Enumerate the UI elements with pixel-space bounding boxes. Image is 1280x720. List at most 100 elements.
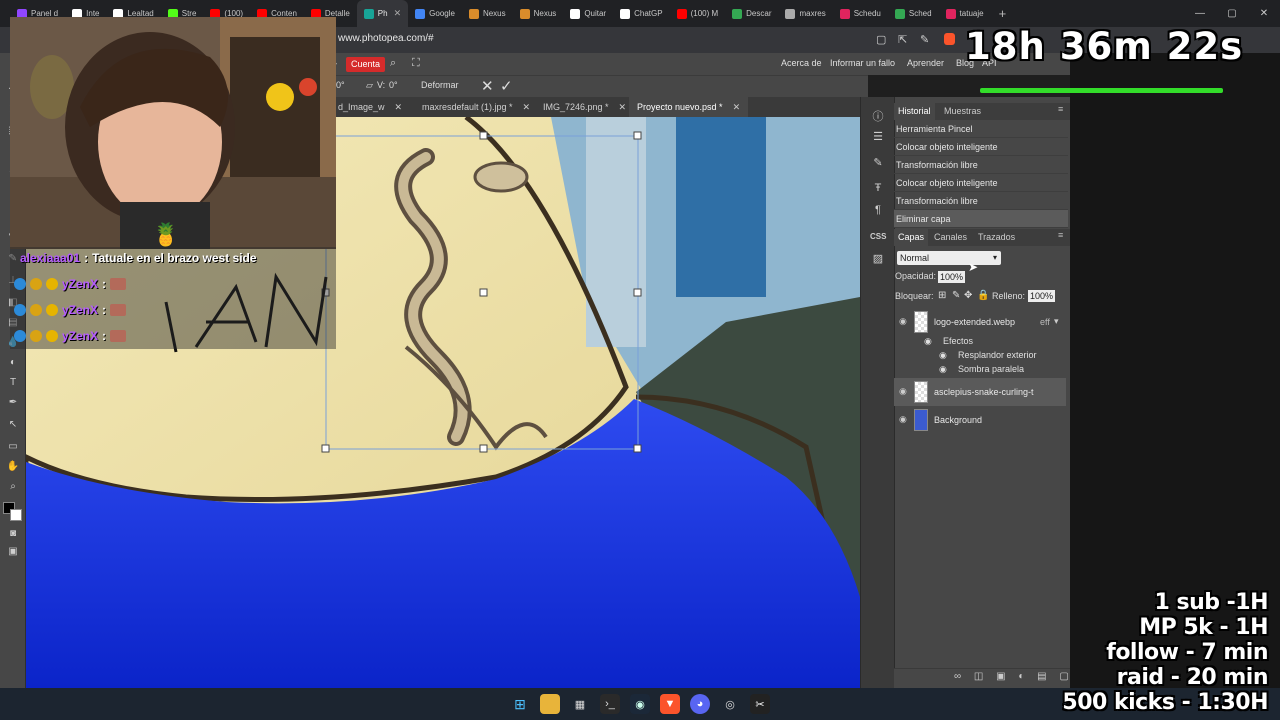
- layer-row[interactable]: ◉ Background: [894, 406, 1066, 434]
- layer-row[interactable]: ◉ logo-extended.webp eff ▾: [894, 308, 1066, 336]
- quick-mask-icon[interactable]: ◙: [5, 527, 21, 541]
- tab-channels[interactable]: Canales: [934, 229, 967, 246]
- new-tab-button[interactable]: +: [991, 6, 1015, 21]
- obs-icon[interactable]: ◎: [720, 694, 740, 714]
- dodge-icon[interactable]: ◐: [5, 356, 21, 370]
- search-icon[interactable]: ⌕: [390, 57, 396, 70]
- menu-link-about[interactable]: Acerca de: [781, 58, 822, 68]
- bookmark-icon[interactable]: ▢: [876, 33, 886, 46]
- history-item[interactable]: Herramienta Pincel: [894, 120, 1068, 138]
- tab-layers[interactable]: Capas: [894, 229, 929, 246]
- pen-tool-icon[interactable]: ✒: [5, 396, 21, 410]
- browser-tab[interactable]: Quitar: [563, 0, 613, 27]
- hand-tool-icon[interactable]: ✋: [5, 460, 21, 474]
- windows-start-icon[interactable]: ⊞: [510, 694, 530, 714]
- character-icon[interactable]: Ŧ: [870, 182, 886, 194]
- confirm-transform-icon[interactable]: ✓: [500, 77, 513, 95]
- doc-tab-3[interactable]: IMG_7246.png * ✕: [535, 97, 635, 117]
- browser-tab[interactable]: Descar: [725, 0, 778, 27]
- zoom-tool-icon[interactable]: ⌕: [5, 480, 21, 494]
- v-angle-value[interactable]: 0°: [389, 80, 398, 90]
- browser-tab[interactable]: ChatGP: [613, 0, 669, 27]
- screen-mode-icon[interactable]: ▣: [5, 545, 21, 559]
- lock-all-icon[interactable]: 🔒: [977, 290, 989, 301]
- panel-menu-icon[interactable]: ≡: [1058, 104, 1063, 114]
- effect-drop-shadow[interactable]: Sombra paralela: [958, 364, 1024, 374]
- browser-tab[interactable]: tatuaje: [939, 0, 991, 27]
- share-icon[interactable]: ⇱: [898, 33, 907, 46]
- browser-tab[interactable]: Nexus: [513, 0, 564, 27]
- powershell-icon[interactable]: ›_: [600, 694, 620, 714]
- css-panel-label[interactable]: CSS: [870, 232, 886, 241]
- maximize-icon[interactable]: ▢: [1216, 8, 1248, 19]
- brave-browser-icon[interactable]: ▼: [660, 694, 680, 714]
- browser-tab[interactable]: Sched: [888, 0, 939, 27]
- tab-swatches[interactable]: Muestras: [944, 103, 981, 120]
- fullscreen-icon[interactable]: ⛶: [412, 57, 420, 70]
- account-button[interactable]: Cuenta: [346, 57, 386, 72]
- properties-icon[interactable]: ☰: [870, 130, 886, 143]
- steam-icon[interactable]: ◉: [630, 694, 650, 714]
- doc-tab-active[interactable]: Proyecto nuevo.psd * ✕: [629, 97, 749, 117]
- close-icon[interactable]: ✕: [523, 97, 531, 117]
- browser-tab[interactable]: Nexus: [462, 0, 513, 27]
- h-angle-value[interactable]: 0°: [336, 80, 345, 90]
- doc-tab-1[interactable]: d_Image_w ✕: [330, 97, 411, 117]
- browser-tab[interactable]: Schedu: [833, 0, 888, 27]
- history-item[interactable]: Colocar objeto inteligente: [894, 138, 1068, 156]
- doc-tab-2[interactable]: maxresdefault (1).jpg * ✕: [414, 97, 539, 117]
- layer-row-selected[interactable]: ◉ asclepius-snake-curling-t: [894, 378, 1066, 406]
- close-icon[interactable]: ✕: [395, 97, 403, 117]
- panel-menu-icon[interactable]: ≡: [1058, 230, 1063, 240]
- background-color-swatch[interactable]: [10, 509, 22, 521]
- effect-eye-icon[interactable]: ◉: [939, 364, 947, 375]
- close-tab-icon[interactable]: ✕: [394, 8, 402, 19]
- info-icon[interactable]: ⓘ: [870, 108, 886, 124]
- cancel-transform-icon[interactable]: ✕: [481, 77, 494, 95]
- type-tool-icon[interactable]: T: [5, 376, 21, 390]
- browser-tab[interactable]: maxres: [778, 0, 832, 27]
- visibility-eye-icon[interactable]: ◉: [899, 316, 907, 327]
- capcut-icon[interactable]: ✂: [750, 694, 770, 714]
- close-icon[interactable]: ✕: [619, 97, 627, 117]
- url-field[interactable]: www.photopea.com/#: [338, 33, 434, 44]
- shape-tool-icon[interactable]: ▭: [5, 440, 21, 454]
- menu-link-learn[interactable]: Aprender: [907, 58, 944, 68]
- history-item[interactable]: Colocar objeto inteligente: [894, 174, 1068, 192]
- effect-outer-glow[interactable]: Resplandor exterior: [958, 350, 1037, 360]
- opacity-input[interactable]: 100%: [938, 271, 966, 283]
- lock-move-icon[interactable]: ✥: [964, 290, 972, 301]
- tab-history[interactable]: Historial: [894, 103, 935, 120]
- visibility-eye-icon[interactable]: ◉: [899, 414, 907, 425]
- browser-tab[interactable]: (100) M: [670, 0, 726, 27]
- warp-button[interactable]: Deformar: [421, 80, 459, 90]
- fill-input[interactable]: 100%: [1028, 290, 1056, 302]
- close-window-icon[interactable]: ✕: [1248, 8, 1280, 19]
- close-icon[interactable]: ✕: [733, 97, 741, 117]
- effects-badge[interactable]: eff: [1040, 317, 1050, 327]
- collapse-arrow-icon[interactable]: ▾: [1054, 316, 1059, 327]
- browser-tab[interactable]: Google: [408, 0, 462, 27]
- brush-settings-icon[interactable]: ✎: [870, 156, 886, 169]
- visibility-eye-icon[interactable]: ◉: [899, 386, 907, 397]
- edit-icon[interactable]: ✎: [920, 33, 929, 46]
- paragraph-icon[interactable]: ¶: [870, 204, 886, 216]
- effect-eye-icon[interactable]: ◉: [939, 350, 947, 361]
- image-panel-icon[interactable]: ▨: [870, 252, 886, 265]
- terminal-icon[interactable]: ▦: [570, 694, 590, 714]
- menu-link-report-bug[interactable]: Informar un fallo: [830, 58, 895, 68]
- discord-icon[interactable]: ◕: [690, 694, 710, 714]
- lock-transparency-icon[interactable]: ⊞: [938, 290, 946, 301]
- history-item-current[interactable]: Eliminar capa: [894, 210, 1068, 228]
- minimize-icon[interactable]: —: [1184, 8, 1216, 19]
- file-explorer-icon[interactable]: [540, 694, 560, 714]
- history-item[interactable]: Transformación libre: [894, 156, 1068, 174]
- tab-paths[interactable]: Trazados: [978, 229, 1015, 246]
- path-select-icon[interactable]: ↖: [5, 418, 21, 432]
- history-item[interactable]: Transformación libre: [894, 192, 1068, 210]
- effects-group-eye-icon[interactable]: ◉: [924, 336, 932, 347]
- lock-paint-icon[interactable]: ✎: [952, 290, 960, 301]
- browser-tab[interactable]: Ph ✕: [356, 0, 409, 27]
- blend-mode-select[interactable]: Normal ▾: [897, 251, 1001, 265]
- brave-shield-icon[interactable]: [944, 33, 955, 45]
